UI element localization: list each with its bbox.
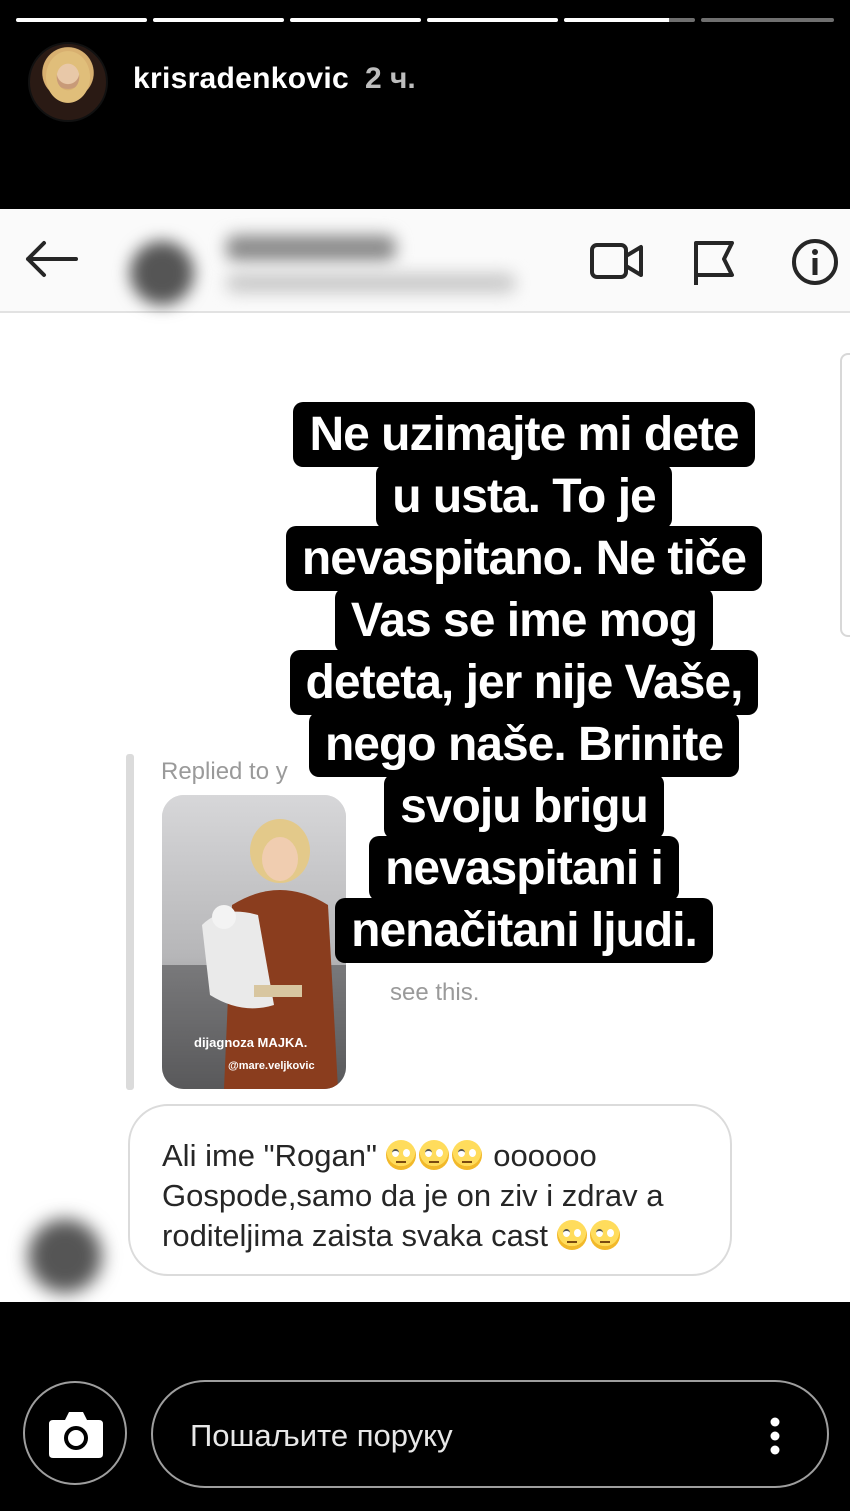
rolling-eyes-emoji [589, 1220, 620, 1250]
video-call-icon [590, 243, 643, 279]
camera-icon [49, 1412, 103, 1458]
thumbnail-caption: dijagnoza MAJKA. [194, 1035, 308, 1050]
story-text-overlay: Ne uzimajte mi dete u usta. To je nevasp… [268, 402, 780, 963]
more-vertical-icon[interactable] [764, 1416, 786, 1456]
story-progress-bar-5 [564, 18, 695, 22]
message-line-1: Ali ime "Rogan" oooooo [162, 1136, 730, 1176]
back-arrow-icon [26, 241, 78, 277]
rolling-eyes-emoji [451, 1140, 482, 1170]
thumbnail-handle: @mare.veljkovic [228, 1060, 315, 1072]
message-bubble[interactable]: Ali ime "Rogan" oooooo Gospode,samo da j… [128, 1104, 732, 1276]
rolling-eyes-emoji [556, 1220, 587, 1250]
overlay-line: nenačitani ljudi. [335, 898, 713, 963]
see-this-text: see this. [390, 979, 480, 1006]
camera-button[interactable] [23, 1381, 127, 1485]
overlay-line: deteta, jer nije Vaše, [289, 650, 759, 715]
scrollbar[interactable] [840, 353, 850, 637]
flag-icon [694, 241, 734, 285]
story-time: 2 ч. [365, 62, 416, 95]
dm-header [0, 209, 850, 313]
contact-name-blurred [226, 235, 396, 261]
story-progress-bar-4 [427, 18, 558, 22]
rolling-eyes-emoji [385, 1140, 416, 1170]
overlay-line: svoju brigu [384, 774, 664, 839]
info-icon [792, 239, 838, 285]
reply-indicator-line [126, 754, 134, 1090]
overlay-line: Ne uzimajte mi dete [293, 402, 755, 467]
story-username[interactable]: krisradenkovic [133, 62, 349, 96]
message-text-1-tail: oooooo [484, 1138, 597, 1173]
story-progress-bar-2 [153, 18, 284, 22]
send-message-placeholder: Пошаљите поруку [190, 1418, 453, 1453]
overlay-line: nego naše. Brinite [308, 712, 740, 777]
story-progress-bar-1 [16, 18, 147, 22]
story-avatar[interactable] [28, 42, 108, 122]
message-line-2: Gospode,samo da je on ziv i zdrav a [162, 1178, 664, 1213]
overlay-line: Vas se ime mog [334, 588, 714, 653]
overlay-line: nevaspitano. Ne tiče [285, 526, 763, 591]
story-progress-bar-3 [290, 18, 421, 22]
overlay-line: nevaspitani i [369, 836, 679, 901]
message-text-3: roditeljima zaista svaka cast [162, 1218, 548, 1253]
message-line-3: roditeljima zaista svaka cast [162, 1216, 730, 1256]
contact-avatar-blurred [130, 241, 194, 305]
rolling-eyes-emoji [418, 1140, 449, 1170]
contact-status-blurred [226, 273, 516, 293]
overlay-line: u usta. To je [376, 464, 672, 529]
sender-avatar-blurred [28, 1219, 102, 1293]
story-progress-bar-6 [701, 18, 834, 22]
message-text-1: Ali ime "Rogan" [162, 1138, 377, 1173]
